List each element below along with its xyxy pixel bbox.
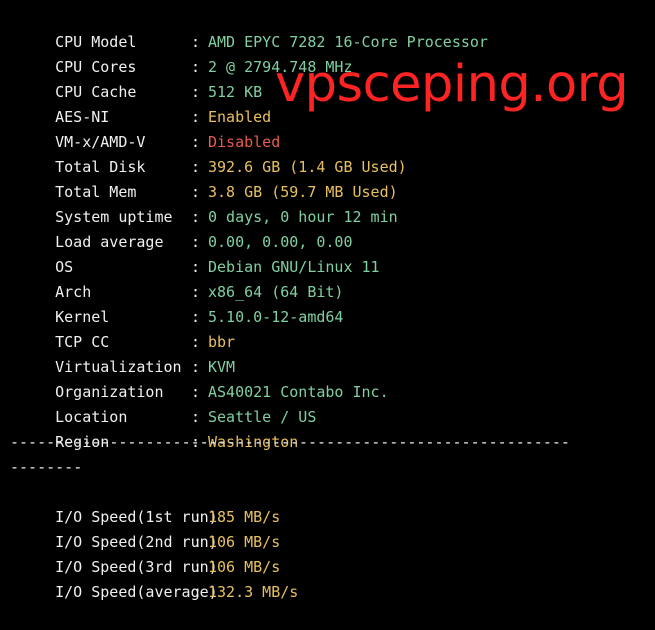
separator: : [191, 383, 201, 401]
info-row-virtualization: Virtualization: KVM [19, 330, 235, 376]
info-row-cpu-model: CPU Model: AMD EPYC 7282 16-Core Processo… [19, 5, 488, 51]
separator: : [191, 283, 201, 301]
info-row-load-average: Load average:0.00, 0.00, 0.00 [19, 205, 352, 251]
info-row-cpu-cache: CPU Cache:512 KB [19, 55, 262, 101]
divider-line-wrap: -------- [10, 458, 83, 476]
separator: : [191, 208, 201, 226]
io-value: 106 MB/s [208, 533, 281, 551]
info-value: Disabled [208, 133, 281, 151]
separator: : [191, 358, 201, 376]
separator: : [191, 258, 201, 276]
info-row-tcp-cc: TCP CC: bbr [19, 305, 235, 351]
info-row-arch: Arch: x86_64 (64 Bit) [19, 255, 343, 301]
separator: : [191, 108, 201, 126]
io-value: 132.3 MB/s [208, 583, 299, 601]
info-row-aes-ni: AES-NI: Enabled [19, 80, 271, 126]
io-row-1st-run: I/O Speed(1st run):185 MB/s [19, 480, 280, 526]
separator: : [191, 83, 201, 101]
info-row-vm-x: VM-x/AMD-V: Disabled [19, 105, 280, 151]
separator: : [191, 308, 201, 326]
io-row-average: I/O Speed(average):132.3 MB/s [19, 555, 298, 601]
io-row-3rd-run: I/O Speed(3rd run):106 MB/s [19, 530, 280, 576]
info-value: 3.8 GB (59.7 MB Used) [208, 183, 398, 201]
info-value: x86_64 (64 Bit) [208, 283, 344, 301]
info-value: Enabled [208, 108, 272, 126]
io-value: 106 MB/s [208, 558, 281, 576]
info-row-system-uptime: System uptime:0 days, 0 hour 12 min [19, 180, 398, 226]
separator: : [191, 183, 201, 201]
info-row-location: Location: Seattle / US [19, 380, 316, 426]
separator: : [193, 583, 203, 601]
info-value: KVM [208, 358, 236, 376]
info-row-total-mem: Total Mem:3.8 GB (59.7 MB Used) [19, 155, 398, 201]
info-row-region: Region: Washington [19, 405, 298, 451]
info-row-os: OS: Debian GNU/Linux 11 [19, 230, 379, 276]
info-value: Seattle / US [208, 408, 317, 426]
separator: : [191, 408, 201, 426]
info-value: 5.10.0-12-amd64 [208, 308, 344, 326]
io-row-2nd-run: I/O Speed(2nd run):106 MB/s [19, 505, 280, 551]
info-value: AS40021 Contabo Inc. [208, 383, 389, 401]
io-value: 185 MB/s [208, 508, 281, 526]
watermark: vpsceping.org [275, 55, 629, 114]
divider-line: ----------------------------------------… [10, 433, 570, 451]
info-value: 0 days, 0 hour 12 min [208, 208, 398, 226]
info-row-organization: Organization: AS40021 Contabo Inc. [19, 355, 389, 401]
info-row-kernel: Kernel:5.10.0-12-amd64 [19, 280, 343, 326]
separator: : [191, 133, 201, 151]
separator: : [191, 158, 201, 176]
separator: : [191, 333, 201, 351]
info-value: 0.00, 0.00, 0.00 [208, 233, 353, 251]
separator: : [191, 233, 201, 251]
info-value: bbr [208, 333, 236, 351]
info-row-total-disk: Total Disk:392.6 GB (1.4 GB Used) [19, 130, 407, 176]
separator: : [191, 58, 201, 76]
terminal-output: CPU Model: AMD EPYC 7282 16-Core Processo… [0, 0, 655, 601]
info-row-cpu-cores: CPU Cores:2 @ 2794.748 MHz [19, 30, 352, 76]
info-value: 512 KB [208, 83, 263, 101]
info-value: 392.6 GB (1.4 GB Used) [208, 158, 407, 176]
info-value: Debian GNU/Linux 11 [208, 258, 380, 276]
separator: : [191, 33, 201, 51]
